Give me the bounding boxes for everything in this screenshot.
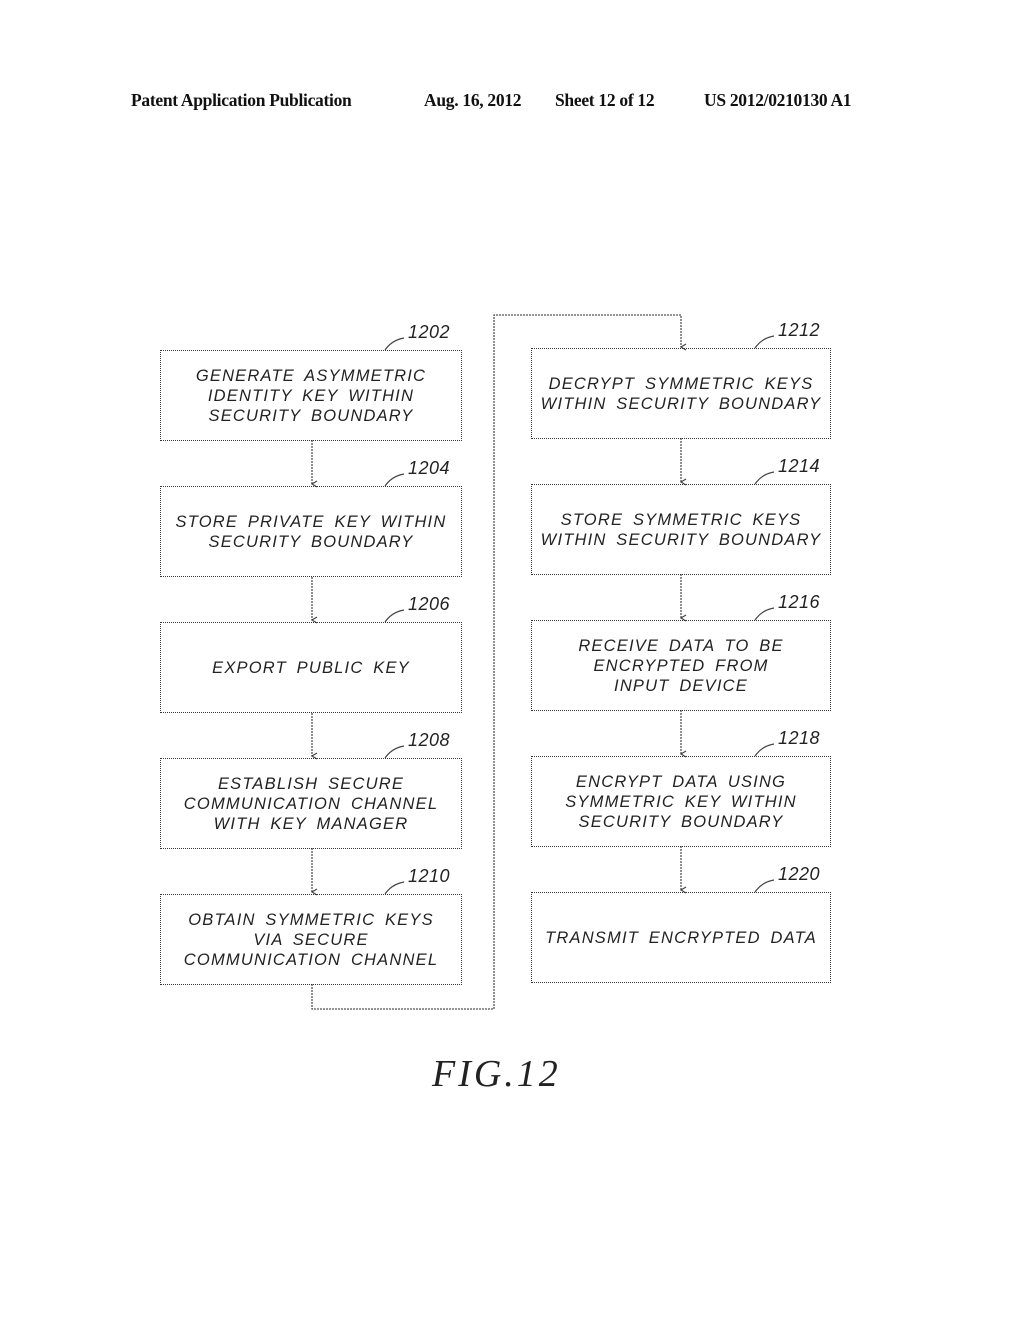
ref-number: 1204 <box>408 458 451 478</box>
step-text: ESTABLISH SECURE COMMUNICATION CHANNEL W… <box>183 774 439 833</box>
step-text: EXPORT PUBLIC KEY <box>212 658 410 677</box>
ref-number: 1214 <box>778 456 821 476</box>
figure-label: FIG.12 <box>432 1053 561 1095</box>
ref-number: 1212 <box>778 320 821 340</box>
leader-1216 <box>754 607 775 621</box>
step-text: GENERATE ASYMMETRIC IDENTITY KEY WITHIN … <box>195 366 427 425</box>
ref-number: 1206 <box>408 594 451 614</box>
step-box-1210: OBTAIN SYMMETRIC KEYS VIA SECURE COMMUNI… <box>160 894 462 985</box>
leader-1212 <box>754 335 775 349</box>
step-box-1206: EXPORT PUBLIC KEY <box>160 622 462 713</box>
leader-1204 <box>384 473 405 487</box>
leader-1208 <box>384 745 405 759</box>
leader-1220 <box>754 879 775 893</box>
step-box-1204: STORE PRIVATE KEY WITHIN SECURITY BOUNDA… <box>160 486 462 577</box>
step-text: ENCRYPT DATA USING SYMMETRIC KEY WITHIN … <box>565 772 797 831</box>
ref-number: 1202 <box>408 322 451 342</box>
flowchart-connectors <box>310 314 775 1010</box>
step-text: RECEIVE DATA TO BE ENCRYPTED FROM INPUT … <box>578 636 784 695</box>
step-text: DECRYPT SYMMETRIC KEYS WITHIN SECURITY B… <box>540 374 822 413</box>
leader-1210 <box>384 881 405 895</box>
step-text: TRANSMIT ENCRYPTED DATA <box>545 928 817 947</box>
leader-1218 <box>754 743 775 757</box>
step-box-1202: GENERATE ASYMMETRIC IDENTITY KEY WITHIN … <box>160 350 462 441</box>
ref-number: 1210 <box>408 866 451 886</box>
leader-1206 <box>384 609 405 623</box>
step-box-1220: TRANSMIT ENCRYPTED DATA <box>531 892 831 983</box>
step-box-1216: RECEIVE DATA TO BE ENCRYPTED FROM INPUT … <box>531 620 831 711</box>
leader-1214 <box>754 471 775 485</box>
leader-1202 <box>384 337 405 351</box>
ref-number: 1216 <box>778 592 821 612</box>
step-text: OBTAIN SYMMETRIC KEYS VIA SECURE COMMUNI… <box>183 910 439 969</box>
step-box-1212: DECRYPT SYMMETRIC KEYS WITHIN SECURITY B… <box>531 348 831 439</box>
step-box-1214: STORE SYMMETRIC KEYS WITHIN SECURITY BOU… <box>531 484 831 575</box>
step-box-1208: ESTABLISH SECURE COMMUNICATION CHANNEL W… <box>160 758 462 849</box>
step-box-1218: ENCRYPT DATA USING SYMMETRIC KEY WITHIN … <box>531 756 831 847</box>
step-text: STORE PRIVATE KEY WITHIN SECURITY BOUNDA… <box>175 512 447 551</box>
ref-number: 1220 <box>778 864 821 884</box>
ref-number: 1208 <box>408 730 451 750</box>
ref-number: 1218 <box>778 728 821 748</box>
step-text: STORE SYMMETRIC KEYS WITHIN SECURITY BOU… <box>540 510 822 549</box>
